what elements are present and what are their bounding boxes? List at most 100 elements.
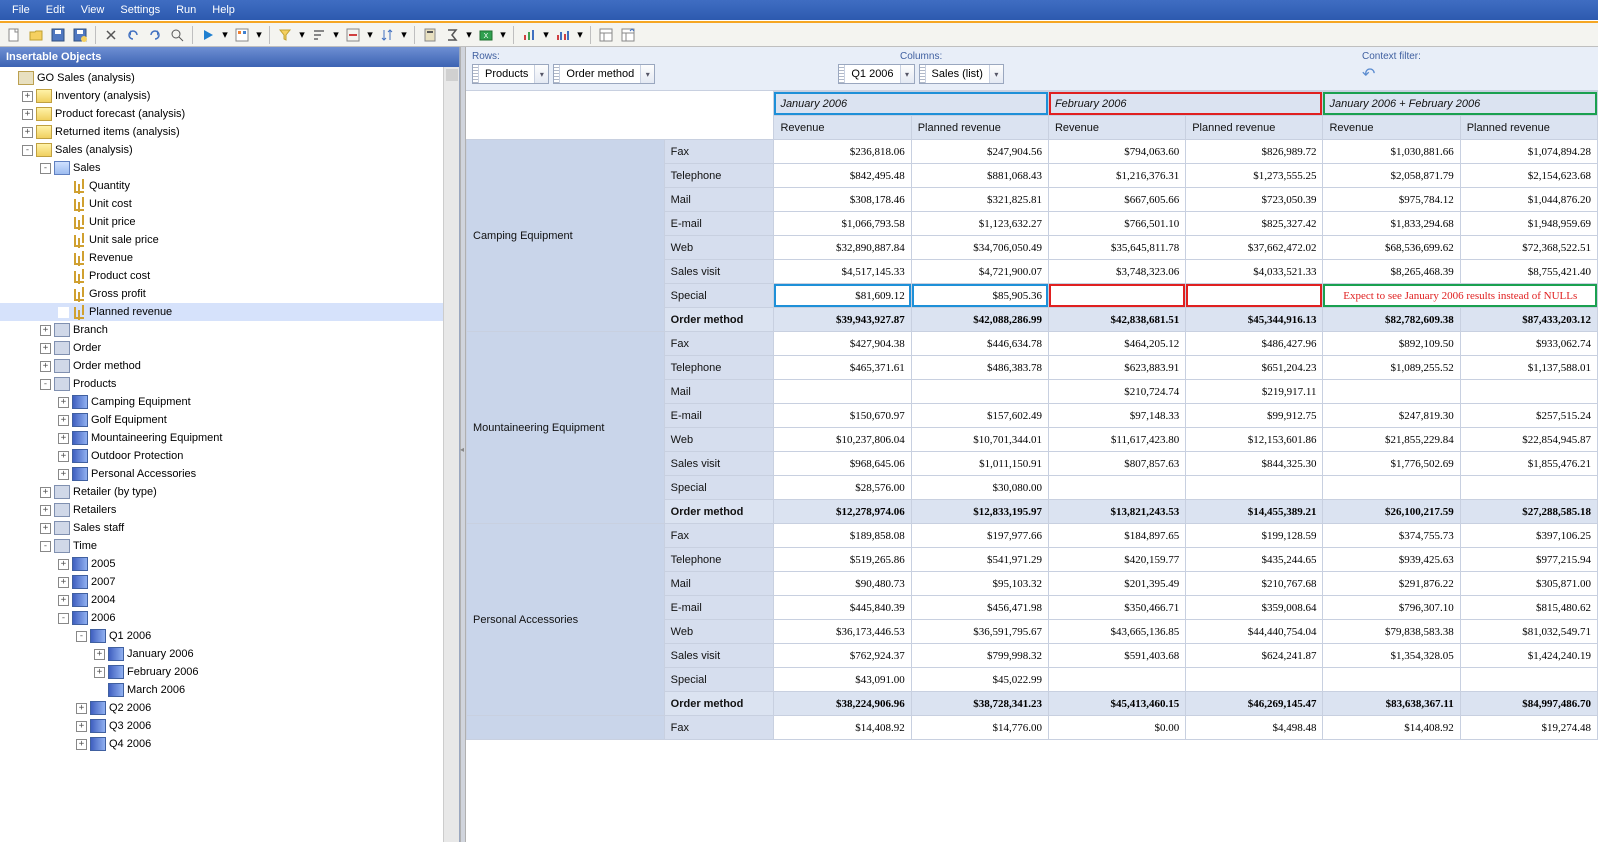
expand-icon[interactable]: + — [40, 523, 51, 534]
data-cell[interactable]: $201,395.49 — [1048, 572, 1185, 596]
data-cell[interactable]: $321,825.81 — [911, 188, 1048, 212]
expand-icon[interactable]: + — [58, 433, 69, 444]
total-cell[interactable]: $87,433,203.12 — [1460, 308, 1597, 332]
data-cell[interactable]: $465,371.61 — [774, 356, 911, 380]
layout-swap-icon[interactable] — [618, 25, 638, 45]
expand-icon[interactable]: + — [58, 451, 69, 462]
expand-icon[interactable]: + — [76, 739, 87, 750]
data-cell[interactable]: $977,215.94 — [1460, 548, 1597, 572]
total-header[interactable]: Order method — [664, 500, 774, 524]
tree-node[interactable]: +January 2006 — [0, 645, 443, 663]
data-cell[interactable] — [911, 380, 1048, 404]
splitter[interactable] — [460, 47, 466, 842]
tree-node[interactable]: +Retailer (by type) — [0, 483, 443, 501]
data-cell[interactable]: $842,495.48 — [774, 164, 911, 188]
data-cell[interactable]: $486,383.78 — [911, 356, 1048, 380]
expand-icon[interactable]: + — [76, 721, 87, 732]
data-cell[interactable]: $1,833,294.68 — [1323, 212, 1460, 236]
total-cell[interactable]: $39,943,927.87 — [774, 308, 911, 332]
data-cell[interactable] — [1186, 284, 1323, 308]
tree-node[interactable]: -2006 — [0, 609, 443, 627]
data-cell[interactable]: $45,022.99 — [911, 668, 1048, 692]
data-cell[interactable]: $10,237,806.04 — [774, 428, 911, 452]
data-cell[interactable]: $1,216,376.31 — [1048, 164, 1185, 188]
data-cell[interactable]: $11,617,423.80 — [1048, 428, 1185, 452]
data-cell[interactable]: $247,904.56 — [911, 140, 1048, 164]
rows-selector-products[interactable]: Products — [472, 64, 549, 84]
tree-node[interactable]: +2005 — [0, 555, 443, 573]
data-cell[interactable]: $762,924.37 — [774, 644, 911, 668]
tree-node[interactable]: GO Sales (analysis) — [0, 69, 443, 87]
menu-settings[interactable]: Settings — [112, 2, 168, 18]
data-cell[interactable]: $197,977.66 — [911, 524, 1048, 548]
data-cell[interactable]: $1,123,632.27 — [911, 212, 1048, 236]
total-cell[interactable]: $27,288,585.18 — [1460, 500, 1597, 524]
run-dropdown-icon[interactable]: ▾ — [220, 25, 230, 45]
month-header[interactable]: February 2006 — [1048, 92, 1323, 116]
data-cell[interactable]: $68,536,699.62 — [1323, 236, 1460, 260]
data-cell[interactable]: $4,517,145.33 — [774, 260, 911, 284]
suppress-dropdown-icon[interactable]: ▾ — [365, 25, 375, 45]
data-cell[interactable]: $14,776.00 — [911, 716, 1048, 740]
data-cell[interactable]: $456,471.98 — [911, 596, 1048, 620]
order-method-header[interactable]: Telephone — [664, 356, 774, 380]
data-cell[interactable]: $184,897.65 — [1048, 524, 1185, 548]
measure-header[interactable]: Revenue — [1323, 116, 1460, 140]
expand-icon[interactable]: + — [94, 667, 105, 678]
tree-node[interactable]: +Branch — [0, 321, 443, 339]
total-cell[interactable]: $82,782,609.38 — [1323, 308, 1460, 332]
order-method-header[interactable]: Fax — [664, 332, 774, 356]
summarize-dropdown-icon[interactable]: ▾ — [464, 25, 474, 45]
order-method-header[interactable]: Web — [664, 620, 774, 644]
data-cell[interactable]: $667,605.66 — [1048, 188, 1185, 212]
tree-node[interactable]: Unit sale price — [0, 231, 443, 249]
data-cell[interactable]: $807,857.63 — [1048, 452, 1185, 476]
scrollbar[interactable] — [443, 67, 459, 842]
order-method-header[interactable]: Sales visit — [664, 260, 774, 284]
data-cell[interactable]: $210,724.74 — [1048, 380, 1185, 404]
measure-header[interactable]: Planned revenue — [911, 116, 1048, 140]
excel-export-icon[interactable]: X — [476, 25, 496, 45]
total-cell[interactable]: $45,413,460.15 — [1048, 692, 1185, 716]
data-cell[interactable]: $1,074,894.28 — [1460, 140, 1597, 164]
page-icon[interactable] — [232, 25, 252, 45]
total-cell[interactable]: $38,224,906.96 — [774, 692, 911, 716]
data-cell[interactable]: $72,368,522.51 — [1460, 236, 1597, 260]
chart-grouped-dropdown-icon[interactable]: ▾ — [575, 25, 585, 45]
order-method-header[interactable]: E-mail — [664, 404, 774, 428]
data-cell[interactable]: $30,080.00 — [911, 476, 1048, 500]
measure-header[interactable]: Revenue — [1048, 116, 1185, 140]
data-cell[interactable]: $1,066,793.58 — [774, 212, 911, 236]
data-cell[interactable]: $90,480.73 — [774, 572, 911, 596]
data-cell[interactable]: $651,204.23 — [1186, 356, 1323, 380]
total-cell[interactable]: $83,638,367.11 — [1323, 692, 1460, 716]
tree-node[interactable]: +Retailers — [0, 501, 443, 519]
data-cell[interactable]: $8,265,468.39 — [1323, 260, 1460, 284]
order-method-header[interactable]: Mail — [664, 188, 774, 212]
total-cell[interactable]: $42,838,681.51 — [1048, 308, 1185, 332]
expand-icon[interactable]: + — [22, 91, 33, 102]
filter-dropdown-icon[interactable]: ▾ — [297, 25, 307, 45]
expand-icon[interactable]: + — [40, 343, 51, 354]
columns-selector-q1-2006[interactable]: Q1 2006 — [838, 64, 914, 84]
layout-icon[interactable] — [596, 25, 616, 45]
data-cell[interactable] — [1323, 668, 1460, 692]
data-cell[interactable]: $1,354,328.05 — [1323, 644, 1460, 668]
data-cell[interactable]: Expect to see January 2006 results inste… — [1323, 284, 1598, 308]
total-cell[interactable]: $12,833,195.97 — [911, 500, 1048, 524]
data-cell[interactable]: $4,721,900.07 — [911, 260, 1048, 284]
data-cell[interactable]: $815,480.62 — [1460, 596, 1597, 620]
data-cell[interactable]: $36,591,795.67 — [911, 620, 1048, 644]
tree-node[interactable]: -Sales — [0, 159, 443, 177]
data-cell[interactable]: $968,645.06 — [774, 452, 911, 476]
data-cell[interactable]: $99,912.75 — [1186, 404, 1323, 428]
data-cell[interactable]: $95,103.32 — [911, 572, 1048, 596]
save-icon[interactable] — [48, 25, 68, 45]
data-cell[interactable]: $43,665,136.85 — [1048, 620, 1185, 644]
order-method-header[interactable]: Mail — [664, 572, 774, 596]
data-cell[interactable]: $4,498.48 — [1186, 716, 1323, 740]
data-cell[interactable]: $2,154,623.68 — [1460, 164, 1597, 188]
data-cell[interactable]: $2,058,871.79 — [1323, 164, 1460, 188]
order-method-header[interactable]: Sales visit — [664, 644, 774, 668]
calculate-icon[interactable] — [420, 25, 440, 45]
